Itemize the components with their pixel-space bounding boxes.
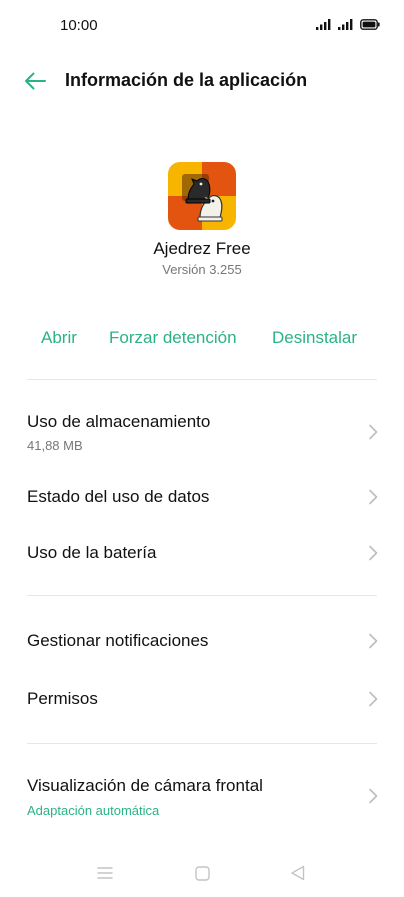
storage-size: 41,88 MB xyxy=(27,438,83,453)
chevron-right-icon xyxy=(369,489,378,505)
menu-icon xyxy=(97,867,113,879)
settings-item-data-usage[interactable]: Estado del uso de datos xyxy=(0,476,404,518)
chevron-right-icon xyxy=(369,424,378,440)
chevron-right-icon xyxy=(369,691,378,707)
header: Información de la aplicación xyxy=(0,60,404,102)
navigation-bar xyxy=(0,858,404,888)
uninstall-button[interactable]: Desinstalar xyxy=(272,328,357,348)
status-bar: 10:00 xyxy=(0,0,404,50)
arrow-left-icon xyxy=(25,72,46,90)
app-actions: Abrir Forzar detención Desinstalar xyxy=(0,328,404,352)
divider xyxy=(27,379,377,380)
divider xyxy=(27,743,377,744)
battery-title: Uso de la batería xyxy=(27,543,157,562)
app-name: Ajedrez Free xyxy=(153,239,251,258)
chevron-right-icon xyxy=(369,633,378,649)
battery-icon xyxy=(360,19,380,30)
chess-knights-icon xyxy=(168,162,236,230)
settings-item-battery[interactable]: Uso de la batería xyxy=(0,532,404,574)
permissions-title: Permisos xyxy=(27,689,98,708)
chevron-right-icon xyxy=(369,545,378,561)
home-button[interactable] xyxy=(187,858,217,888)
chevron-right-icon xyxy=(369,788,378,804)
home-icon xyxy=(194,865,210,881)
menu-button[interactable] xyxy=(90,858,120,888)
open-button[interactable]: Abrir xyxy=(41,328,77,348)
signal-icon xyxy=(338,19,353,30)
data-usage-title: Estado del uso de datos xyxy=(27,487,210,506)
signal-icon xyxy=(316,19,331,30)
back-nav-button[interactable] xyxy=(282,858,312,888)
app-icon xyxy=(168,162,236,230)
front-camera-title: Visualización de cámara frontal xyxy=(27,776,263,795)
storage-title: Uso de almacenamiento xyxy=(27,412,211,431)
force-stop-button[interactable]: Forzar detención xyxy=(109,328,237,348)
front-camera-mode: Adaptación automática xyxy=(27,803,160,818)
notifications-title: Gestionar notificaciones xyxy=(27,631,209,650)
back-triangle-icon xyxy=(290,865,304,881)
back-button[interactable] xyxy=(20,68,50,94)
divider xyxy=(27,595,377,596)
status-icons xyxy=(316,18,380,30)
settings-item-notifications[interactable]: Gestionar notificaciones xyxy=(0,620,404,662)
app-version: Versión 3.255 xyxy=(162,262,242,277)
page-title: Información de la aplicación xyxy=(65,70,308,90)
settings-item-front-camera[interactable]: Visualización de cámara frontal Adaptaci… xyxy=(0,764,404,826)
settings-item-permissions[interactable]: Permisos xyxy=(0,678,404,720)
status-time: 10:00 xyxy=(60,17,98,34)
settings-item-storage[interactable]: Uso de almacenamiento 41,88 MB xyxy=(0,400,404,462)
